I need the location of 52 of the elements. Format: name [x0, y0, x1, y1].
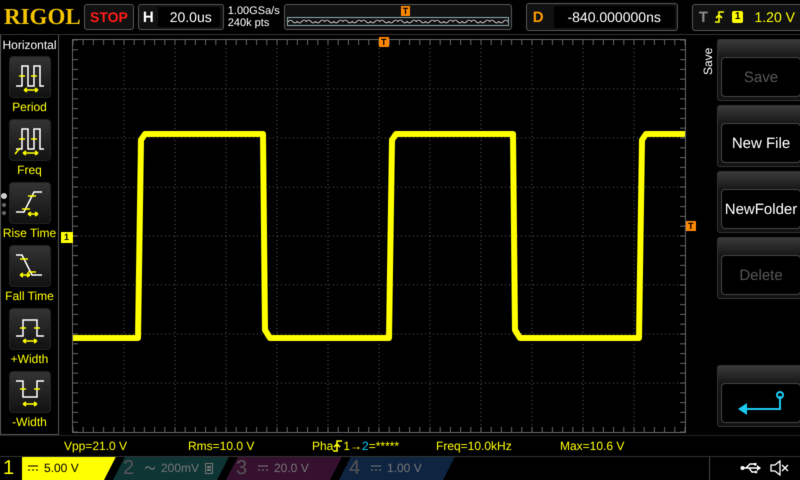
timebase-value: 20.0us — [158, 7, 220, 28]
delay-box[interactable]: D -840.000000ns — [526, 3, 678, 32]
page-dot[interactable] — [1, 193, 7, 200]
dc-coupling-icon — [28, 465, 38, 472]
menu-button[interactable]: NewFolder — [717, 171, 800, 234]
trigger-source: 1 — [732, 11, 744, 24]
trigger-box[interactable]: T 1 1.20 V — [692, 4, 800, 31]
menu-title: Horizontal — [2, 37, 57, 54]
rising-edge-icon — [714, 10, 725, 24]
measurement-readout: Max=10.6 V — [560, 438, 624, 453]
page-dot[interactable] — [2, 211, 6, 216]
dc-coupling-icon — [258, 465, 268, 472]
memory-depth: 240k pts — [228, 17, 270, 30]
measurement-readout: Freq=10.0kHz — [436, 438, 512, 453]
menu-title: Save — [701, 46, 715, 76]
channel-scale: 1.00 V — [387, 461, 422, 476]
phase-readout: 1→2=***** — [343, 438, 400, 453]
measurement-readout: Rms=10.0 V — [188, 438, 254, 453]
return-arrow-icon — [736, 391, 786, 416]
channel-marker[interactable]: 1 — [61, 232, 74, 244]
channel-number: 2 — [123, 456, 136, 480]
channel-scale: 200mV — [161, 461, 200, 476]
channel-number: 1 — [0, 456, 22, 480]
ac-coupling-icon — [145, 465, 155, 472]
trigger-label: T — [698, 8, 708, 26]
horizontal-timebase-box[interactable]: H 20.0us — [138, 4, 224, 30]
channel-scale: 5.00 V — [44, 461, 79, 476]
mute-icon[interactable] — [770, 460, 790, 476]
channel-number: 4 — [349, 456, 362, 480]
channel-scale: 20.0 V — [274, 461, 309, 476]
run-stop-status[interactable]: STOP — [84, 4, 134, 30]
usb-icon — [740, 462, 762, 474]
channel-tab[interactable]: 3 20.0 V — [226, 456, 342, 480]
trigger-level: 1.20 V — [754, 9, 795, 26]
trigger-position-marker[interactable]: T — [379, 37, 388, 48]
bandwidth-limit-icon — [205, 462, 214, 474]
brand-logo: RIGOL — [4, 4, 80, 30]
page-dot[interactable] — [2, 203, 6, 208]
trigger-marker: T — [400, 6, 410, 16]
channel-number: 3 — [236, 456, 248, 480]
phase-label: Pha — [312, 438, 334, 453]
delay-value: -840.000000ns — [554, 6, 675, 28]
menu-button[interactable]: New File — [717, 105, 800, 168]
measurement-readout: Vpp=21.0 V — [64, 438, 128, 453]
sample-rate: 1.00GSa/s — [228, 5, 280, 18]
dc-coupling-icon — [371, 465, 381, 472]
rising-edge-icon — [333, 438, 344, 453]
back-button[interactable] — [717, 365, 800, 428]
delay-label: D — [532, 8, 545, 26]
channel-tab[interactable]: 1 5.00 V — [0, 456, 116, 480]
horizontal-label: H — [142, 8, 154, 26]
trigger-level-marker[interactable]: T — [686, 221, 696, 232]
